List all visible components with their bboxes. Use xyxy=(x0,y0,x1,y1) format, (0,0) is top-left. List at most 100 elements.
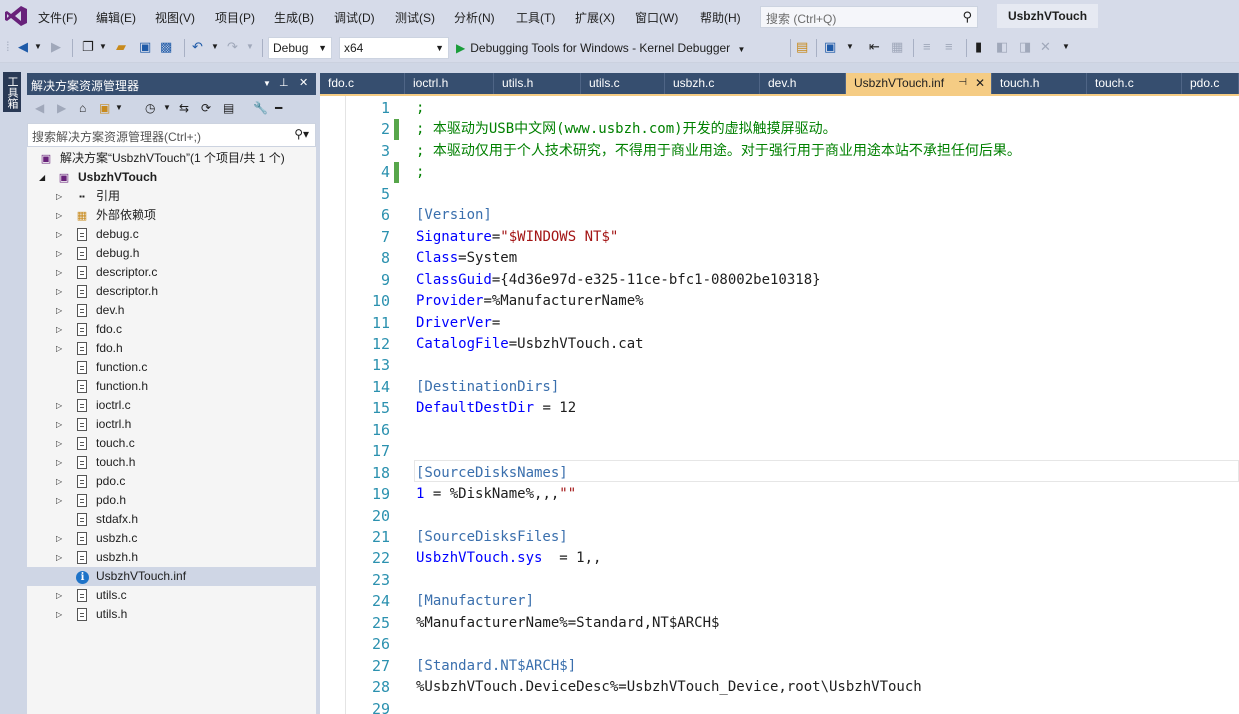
expand-arrow-icon[interactable]: ▷ xyxy=(56,491,62,510)
code-line[interactable]: [DestinationDirs] xyxy=(416,377,559,398)
collapse-arrow-icon[interactable]: ◢ xyxy=(39,168,45,187)
forward-icon[interactable]: ▶ xyxy=(51,38,61,56)
solution-explorer-search-input[interactable]: 搜索解决方案资源管理器(Ctrl+;) ⚲▾ xyxy=(27,123,316,147)
menu-item[interactable]: 视图(V) xyxy=(155,9,195,26)
tree-item[interactable]: ▷ descriptor.c xyxy=(27,263,316,282)
document-tab[interactable]: utils.h xyxy=(494,73,581,94)
screenshot-dropdown-icon[interactable]: ▼ xyxy=(846,38,854,56)
sync-icon[interactable]: ⇆ xyxy=(179,101,189,115)
document-tab[interactable]: usbzh.c xyxy=(665,73,760,94)
tree-item[interactable]: ▷ touch.h xyxy=(27,453,316,472)
close-icon[interactable]: ✕ xyxy=(299,76,308,89)
clear-bookmarks-icon[interactable]: ✕ xyxy=(1040,38,1051,56)
code-line[interactable]: UsbzhVTouch.sys = 1,, xyxy=(416,548,601,569)
solution-node[interactable]: ▣ 解决方案“UsbzhVTouch”(1 个项目/共 1 个) xyxy=(27,149,316,168)
tree-item[interactable]: ▷ ▦ 外部依赖项 xyxy=(27,206,316,225)
menu-item[interactable]: 测试(S) xyxy=(395,9,435,26)
code-line[interactable]: Provider=%ManufacturerName% xyxy=(416,291,644,312)
tree-item[interactable]: ▷ usbzh.c xyxy=(27,529,316,548)
open-folder-icon[interactable]: ▰ xyxy=(116,38,126,56)
menu-item[interactable]: 工具(T) xyxy=(516,9,555,26)
expand-arrow-icon[interactable]: ▷ xyxy=(56,301,62,320)
switch-views-dropdown-icon[interactable]: ▼ xyxy=(115,101,123,115)
back-icon[interactable]: ◀ xyxy=(35,101,44,115)
expand-arrow-icon[interactable]: ▷ xyxy=(56,434,62,453)
document-tab[interactable]: utils.c xyxy=(581,73,665,94)
expand-arrow-icon[interactable]: ▷ xyxy=(56,263,62,282)
tree-item[interactable]: function.c xyxy=(27,358,316,377)
code-line[interactable]: 1 = %DiskName%,,,"" xyxy=(416,484,576,505)
solution-platform-select[interactable]: x64 ▼ xyxy=(339,37,449,59)
menu-item[interactable]: 编辑(E) xyxy=(96,9,136,26)
code-line[interactable]: ; 本驱动仅用于个人技术研究，不得用于商业用途。对于强行用于商业用途本站不承担任… xyxy=(416,141,1021,162)
pending-changes-filter-icon[interactable]: ◷ xyxy=(145,101,155,115)
toolbox-tab[interactable]: 工具箱 xyxy=(3,72,21,112)
tree-item[interactable]: ▷ fdo.c xyxy=(27,320,316,339)
tree-item[interactable]: ▷ pdo.h xyxy=(27,491,316,510)
save-icon[interactable]: ▣ xyxy=(139,38,151,56)
expand-arrow-icon[interactable]: ▷ xyxy=(56,187,62,206)
menu-item[interactable]: 分析(N) xyxy=(454,9,495,26)
code-line[interactable]: [Version] xyxy=(416,205,492,226)
code-line[interactable]: [SourceDisksFiles] xyxy=(416,527,568,548)
outdent-icon[interactable]: ≡ xyxy=(923,38,931,56)
document-tab[interactable]: ioctrl.h xyxy=(405,73,494,94)
code-line[interactable]: CatalogFile=UsbzhVTouch.cat xyxy=(416,334,644,355)
menu-item[interactable]: 帮助(H) xyxy=(700,9,741,26)
code-line[interactable]: ; 本驱动为USB中文网(www.usbzh.com)开发的虚拟触摸屏驱动。 xyxy=(416,119,837,140)
switch-views-icon[interactable]: ▣ xyxy=(99,101,110,115)
code-line[interactable]: ; xyxy=(416,98,424,119)
new-project-icon[interactable]: ❐ xyxy=(82,38,94,56)
menu-item[interactable]: 窗口(W) xyxy=(635,9,678,26)
close-tab-icon[interactable]: ✕ xyxy=(975,73,985,93)
start-debugging-button[interactable]: ▶ Debugging Tools for Windows - Kernel De… xyxy=(456,38,745,58)
expand-arrow-icon[interactable]: ▷ xyxy=(56,415,62,434)
tree-item[interactable]: stdafx.h xyxy=(27,510,316,529)
code-line[interactable]: ; xyxy=(416,162,424,183)
code-line[interactable]: [Manufacturer] xyxy=(416,591,534,612)
quick-launch-search[interactable]: 搜索 (Ctrl+Q) ⚲ xyxy=(760,6,978,28)
tree-item[interactable]: ▷ utils.h xyxy=(27,605,316,624)
screenshot-icon[interactable]: ▣ xyxy=(824,38,836,56)
menu-item[interactable]: 调试(D) xyxy=(334,9,375,26)
code-line[interactable]: %ManufacturerName%=Standard,NT$ARCH$ xyxy=(416,613,719,634)
undo-dropdown-icon[interactable]: ▼ xyxy=(211,38,219,56)
preview-icon[interactable]: ━ xyxy=(275,101,282,115)
code-line[interactable]: DefaultDestDir = 12 xyxy=(416,398,576,419)
expand-arrow-icon[interactable]: ▷ xyxy=(56,244,62,263)
menu-item[interactable]: 项目(P) xyxy=(215,9,255,26)
tree-item[interactable]: ▷ ioctrl.h xyxy=(27,415,316,434)
tree-item[interactable]: ▷ touch.c xyxy=(27,434,316,453)
next-bookmark-icon[interactable]: ◨ xyxy=(1019,38,1031,56)
visual-studio-logo-icon[interactable] xyxy=(4,5,28,27)
tree-item[interactable]: ▷ usbzh.h xyxy=(27,548,316,567)
document-tab[interactable]: UsbzhVTouch.inf ⊣ ✕ xyxy=(846,73,992,94)
pin-icon[interactable]: ⊥ xyxy=(279,76,289,89)
expand-arrow-icon[interactable]: ▷ xyxy=(56,586,62,605)
bookmark-icon[interactable]: ▮ xyxy=(975,38,982,56)
toolbar-overflow-icon[interactable]: ▼ xyxy=(1062,38,1070,56)
tree-item[interactable]: ▷ dev.h xyxy=(27,301,316,320)
prev-bookmark-icon[interactable]: ◧ xyxy=(996,38,1008,56)
project-node[interactable]: ◢ ▣ UsbzhVTouch xyxy=(27,168,316,187)
window-position-dropdown-icon[interactable]: ▼ xyxy=(263,79,271,88)
tree-item[interactable]: ▷ ▪▪ 引用 xyxy=(27,187,316,206)
refresh-icon[interactable]: ⟳ xyxy=(201,101,211,115)
solution-config-select[interactable]: Debug ▼ xyxy=(268,37,332,59)
expand-arrow-icon[interactable]: ▷ xyxy=(56,396,62,415)
menu-item[interactable]: 生成(B) xyxy=(274,9,314,26)
collapse-all-icon[interactable]: ▤ xyxy=(223,101,234,115)
filter-dropdown-icon[interactable]: ▼ xyxy=(163,101,171,115)
document-tab[interactable]: pdo.c xyxy=(1182,73,1239,94)
tree-item[interactable]: i UsbzhVTouch.inf xyxy=(27,567,316,586)
document-tab[interactable]: touch.c xyxy=(1087,73,1182,94)
redo-icon[interactable]: ↷ xyxy=(227,38,238,56)
document-tab[interactable]: fdo.c xyxy=(320,73,405,94)
tree-item[interactable]: ▷ fdo.h xyxy=(27,339,316,358)
expand-arrow-icon[interactable]: ▷ xyxy=(56,453,62,472)
code-line[interactable]: ClassGuid={4d36e97d-e325-11ce-bfc1-08002… xyxy=(416,270,821,291)
back-icon[interactable]: ◀ xyxy=(18,38,28,56)
expand-arrow-icon[interactable]: ▷ xyxy=(56,282,62,301)
tree-item[interactable]: ▷ debug.c xyxy=(27,225,316,244)
menu-item[interactable]: 文件(F) xyxy=(38,9,77,26)
